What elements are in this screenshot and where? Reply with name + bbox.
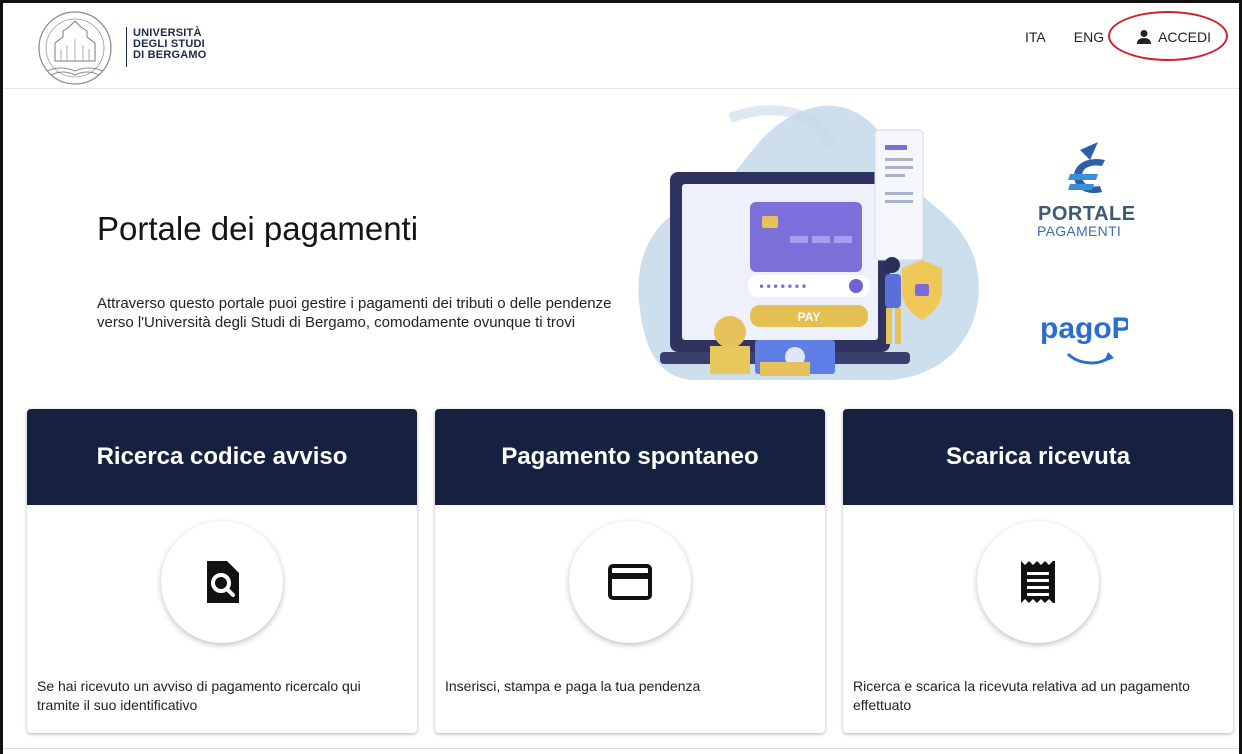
credit-card-icon: [608, 564, 652, 600]
page-title: Portale dei pagamenti: [97, 210, 419, 247]
header-nav: ITA ENG ACCEDI: [997, 11, 1229, 61]
portale-logo-line-2: PAGAMENTI: [1037, 223, 1122, 239]
top-header: UNIVERSITÀ DEGLI STUDI DI BERGAMO ITA EN…: [3, 3, 1239, 89]
user-icon: [1137, 30, 1152, 44]
receipt-icon: [1021, 561, 1055, 603]
university-seal-icon: [38, 11, 112, 85]
card-description: Se hai ricevuto un avviso di pagamento r…: [37, 678, 361, 713]
logo-line-3: DI BERGAMO: [133, 49, 207, 61]
card-pagamento-spontaneo[interactable]: Pagamento spontaneo Inserisci, stampa e …: [435, 409, 825, 733]
university-name[interactable]: UNIVERSITÀ DEGLI STUDI DI BERGAMO: [133, 28, 207, 61]
card-title: Pagamento spontaneo: [435, 409, 825, 505]
logo-divider: [126, 27, 127, 67]
hero-description: Attraverso questo portale puoi gestire i…: [97, 295, 612, 331]
language-eng-link[interactable]: ENG: [1074, 29, 1104, 45]
bottom-divider: [3, 748, 1239, 749]
card-title: Scarica ricevuta: [843, 409, 1233, 505]
login-label: ACCEDI: [1158, 29, 1211, 45]
pay-label: PAY: [798, 310, 821, 324]
card-scarica-ricevuta[interactable]: Scarica ricevuta Ricerca e scarica la ri…: [843, 409, 1233, 733]
payment-illustration: ••••••• PAY: [638, 105, 979, 380]
card-description: Inserisci, stampa e paga la tua pendenza: [445, 678, 701, 694]
card-icon-button[interactable]: [977, 521, 1099, 643]
card-title: Ricerca codice avviso: [27, 409, 417, 505]
card-ricerca-codice-avviso[interactable]: Ricerca codice avviso Se hai ricevuto un…: [27, 409, 417, 733]
login-button[interactable]: ACCEDI: [1108, 11, 1229, 61]
language-ita-link[interactable]: ITA: [1025, 29, 1046, 45]
card-icon-button[interactable]: [569, 521, 691, 643]
pagopa-text: pagoPA: [1040, 312, 1128, 345]
card-description: Ricerca e scarica la ricevuta relativa a…: [853, 678, 1190, 713]
card-icon-button[interactable]: [161, 521, 283, 643]
document-search-icon: [207, 561, 239, 603]
password-mask: •••••••: [758, 280, 808, 294]
pagopa-logo: pagoPA: [1040, 312, 1128, 365]
